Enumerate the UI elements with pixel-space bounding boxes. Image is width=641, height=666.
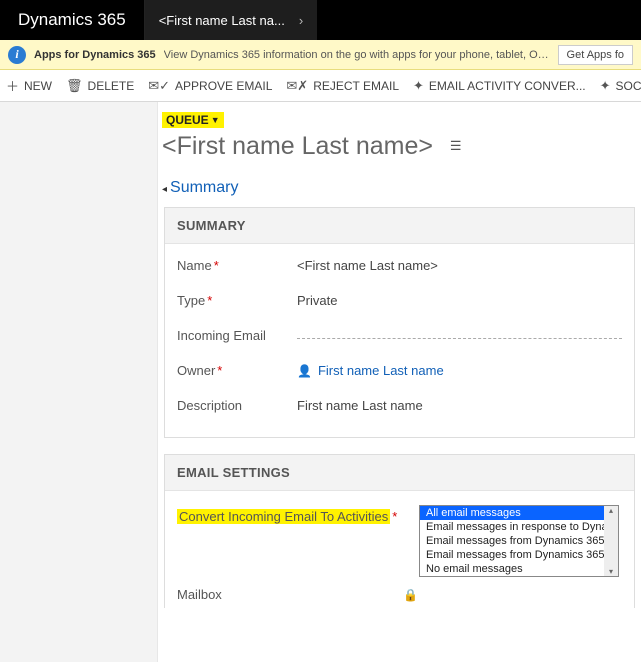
person-icon: 👤 [297,364,312,378]
empty-line [297,338,622,339]
description-label: Description [177,398,242,413]
left-gutter [0,102,158,662]
chevron-right-icon: › [299,13,303,28]
email-settings-panel: EMAIL SETTINGS Convert Incoming Email To… [164,454,635,608]
social-activity-button[interactable]: ✦ SOCIAL ACTIVITY C [600,76,641,95]
name-label: Name [177,258,212,273]
approve-email-button[interactable]: ✉✓ APPROVE EMAIL [148,76,272,95]
section-summary-label: Summary [170,179,238,196]
brand[interactable]: Dynamics 365 [0,0,145,40]
required-icon: * [207,293,212,308]
info-banner: i Apps for Dynamics 365 View Dynamics 36… [0,40,641,70]
email-settings-body: Convert Incoming Email To Activities* Al… [165,491,634,608]
info-icon: i [8,46,26,64]
type-value[interactable]: Private [297,293,622,308]
dropdown-option[interactable]: Email messages in response to Dynamics [420,520,618,534]
new-label: NEW [24,79,52,93]
dropdown-option[interactable]: Email messages from Dynamics 365 Lead [420,534,618,548]
page: QUEUE▼ <First name Last name> ☰ ◂Summary… [0,102,641,662]
field-name: Name* <First name Last name> [177,258,622,273]
field-convert-incoming: Convert Incoming Email To Activities* Al… [177,505,622,577]
summary-panel: SUMMARY Name* <First name Last name> Typ… [164,207,635,438]
command-bar: ＋ NEW 🗑 DELETE ✉✓ APPROVE EMAIL ✉✗ REJECT EM… [0,70,641,102]
emailact-label: EMAIL ACTIVITY CONVER... [429,79,586,93]
summary-header: SUMMARY [165,208,634,244]
dropdown-option[interactable]: Email messages from Dynamics 365 reco [420,548,618,562]
incoming-email-value[interactable] [297,332,622,339]
wand-icon: ✦ [413,78,424,94]
banner-title: Apps for Dynamics 365 [34,49,156,61]
banner-message: View Dynamics 365 information on the go … [164,49,550,61]
type-label: Type [177,293,205,308]
description-value[interactable]: First name Last name [297,398,622,413]
owner-link[interactable]: First name Last name [318,363,444,378]
required-icon: * [214,258,219,273]
entity-badge-text: QUEUE [166,113,209,127]
triangle-left-icon: ◂ [162,184,167,195]
email-settings-header: EMAIL SETTINGS [165,455,634,491]
scrollbar[interactable]: ▴▾ [604,506,618,576]
new-button[interactable]: ＋ NEW [6,76,52,95]
breadcrumb[interactable]: <First name Last na... › [145,0,317,40]
dropdown-list[interactable]: All email messages Email messages in res… [419,505,619,577]
scroll-down-icon[interactable]: ▾ [609,567,613,576]
app-topbar: Dynamics 365 <First name Last na... › [0,0,641,40]
required-icon: * [217,363,222,378]
plus-icon: ＋ [6,76,19,95]
owner-label: Owner [177,363,215,378]
caret-down-icon: ▼ [211,115,220,125]
delete-label: DELETE [88,79,135,93]
delete-button[interactable]: 🗑 DELETE [66,76,134,95]
convert-incoming-label: Convert Incoming Email To Activities [177,509,390,524]
required-icon: * [392,509,397,524]
menu-icon[interactable]: ☰ [450,138,462,153]
approve-label: APPROVE EMAIL [175,79,272,93]
convert-incoming-dropdown[interactable]: All email messages Email messages in res… [419,505,619,577]
email-activity-button[interactable]: ✦ EMAIL ACTIVITY CONVER... [413,76,586,95]
field-mailbox: Mailbox 🔒 [177,583,622,602]
field-description: Description First name Last name [177,398,622,413]
wand-icon: ✦ [600,78,611,94]
get-apps-button[interactable]: Get Apps fo [558,45,633,65]
page-title-text: <First name Last name> [162,132,433,160]
section-summary[interactable]: ◂Summary [162,179,238,197]
mailbox-label: Mailbox [177,587,222,602]
lock-icon: 🔒 [403,588,418,602]
owner-value[interactable]: 👤 First name Last name [297,363,622,378]
name-value[interactable]: <First name Last name> [297,258,622,273]
field-incoming-email: Incoming Email [177,328,622,343]
breadcrumb-text: <First name Last na... [159,13,285,28]
content: QUEUE▼ <First name Last name> ☰ ◂Summary… [158,102,641,662]
approve-icon: ✉✓ [148,78,170,94]
field-type: Type* Private [177,293,622,308]
scroll-up-icon[interactable]: ▴ [609,506,613,515]
reject-email-button[interactable]: ✉✗ REJECT EMAIL [286,76,399,95]
social-label: SOCIAL ACTIVITY C [616,79,641,93]
incoming-email-label: Incoming Email [177,328,266,343]
dropdown-option[interactable]: No email messages [420,562,618,576]
reject-icon: ✉✗ [286,78,308,94]
field-owner: Owner* 👤 First name Last name [177,363,622,378]
summary-body: Name* <First name Last name> Type* Priva… [165,244,634,437]
entity-badge[interactable]: QUEUE▼ [162,112,224,128]
dropdown-option[interactable]: All email messages [420,506,618,520]
trash-icon: 🗑 [66,78,83,94]
page-title: <First name Last name> ☰ [162,132,641,161]
reject-label: REJECT EMAIL [313,79,399,93]
